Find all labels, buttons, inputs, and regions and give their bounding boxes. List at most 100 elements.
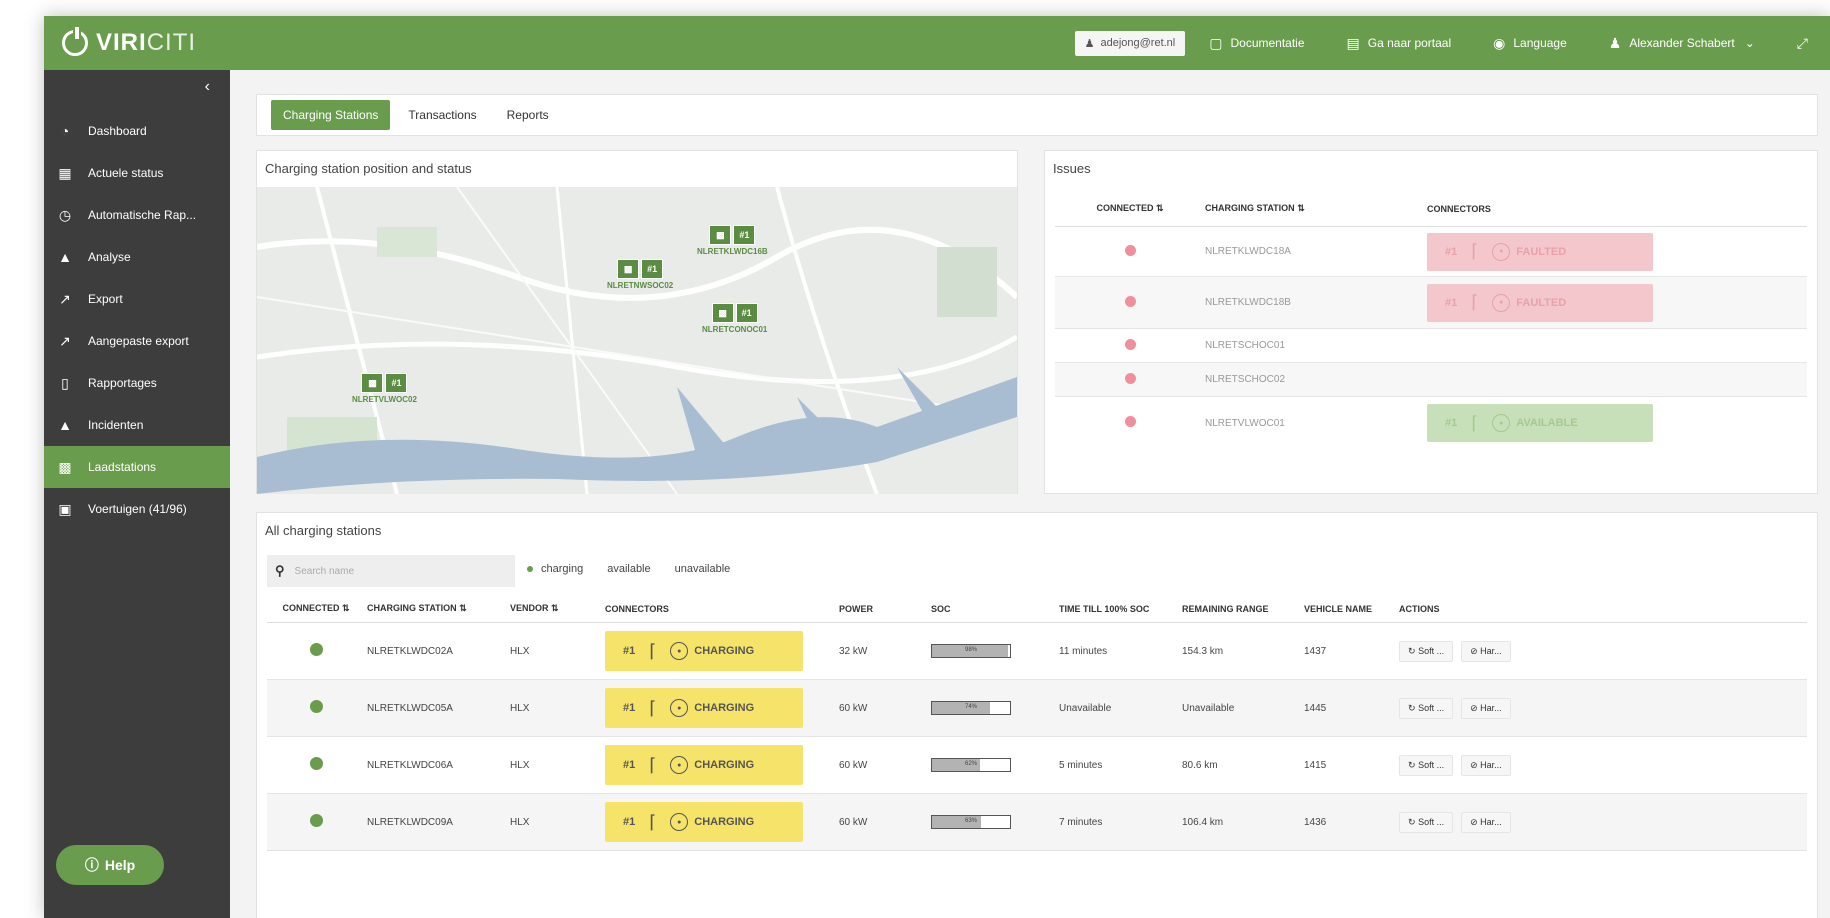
map-marker[interactable]: ▩ #1 NLRETNWSOC02 — [607, 259, 673, 290]
remaining-range: Unavailable — [1182, 702, 1235, 714]
marker-connector-number: #1 — [385, 373, 408, 393]
sidebar-item-aangepaste-export[interactable]: ↗ Aangepaste export — [44, 320, 230, 362]
soft-reset-button[interactable]: ↻ Soft ... — [1399, 811, 1454, 833]
map-marker[interactable]: ▩ #1 NLRETCONOC01 — [702, 303, 767, 334]
search-input[interactable]: ⚲ Search name — [267, 555, 515, 587]
soft-reset-button[interactable]: ↻ Soft ... — [1399, 697, 1454, 719]
portal-label: Ga naar portaal — [1367, 36, 1452, 50]
connector-status-badge[interactable]: #1 ⌈ ● FAULTED — [1427, 232, 1653, 271]
station-name: NLRETKLWDC09A — [367, 816, 453, 828]
table-row[interactable]: NLRETKLWDC05A HLX #1 ⌈ ● CHARGING 60 kW 74%… — [267, 680, 1807, 737]
header-charging-station[interactable]: CHARGING STATION ⇅ — [1205, 203, 1427, 214]
user-account-chip[interactable]: ♟ adejong@ret.nl — [1074, 30, 1186, 56]
connector-status-badge[interactable]: #1 ⌈ ● FAULTED — [1427, 283, 1653, 322]
connected-status-dot — [309, 643, 323, 656]
sort-icon: ⇅ — [1155, 203, 1164, 213]
vendor: HLX — [510, 759, 530, 771]
sidebar-item-incidenten[interactable]: ▲ Incidenten — [44, 404, 230, 446]
soc-label: 63% — [964, 818, 977, 824]
station-name: NLRETKLWDC02A — [367, 645, 453, 657]
tab-reports[interactable]: Reports — [495, 100, 561, 130]
table-row[interactable]: NLRETKLWDC18B #1 ⌈ ● FAULTED — [1055, 277, 1807, 329]
tab-charging-stations[interactable]: Charging Stations — [271, 100, 391, 130]
soft-reset-button[interactable]: ↻ Soft ... — [1399, 640, 1454, 662]
map-marker[interactable]: ▩ #1 NLRETKLWDC16B — [697, 225, 768, 256]
user-chip-label: adejong@ret.nl — [1100, 37, 1176, 49]
portal-link[interactable]: ▤ Ga naar portaal — [1347, 35, 1452, 52]
header-connectors: CONNECTORS — [1427, 203, 1491, 214]
filter-charging[interactable]: charging — [527, 563, 583, 575]
bus-icon: ▣ — [58, 500, 72, 517]
header-charging-station[interactable]: CHARGING STATION ⇅ — [365, 603, 510, 614]
table-row[interactable]: NLRETVLWOC01 #1 ⌈ ● AVAILABLE — [1055, 397, 1807, 449]
help-button[interactable]: ⓘ Help — [56, 845, 164, 885]
connector-type-icon: ● — [1492, 293, 1511, 312]
vendor: HLX — [510, 816, 530, 828]
sidebar: ‹ ◔ Dashboard ▦ Actuele status ◷ Automatisc… — [44, 70, 230, 918]
remaining-range: 154.3 km — [1182, 645, 1224, 657]
charging-station-icon: ▩ — [617, 259, 640, 279]
sidebar-item-automatische-rapportage[interactable]: ◷ Automatische Rap... — [44, 194, 230, 236]
table-row[interactable]: NLRETSCHOC02 — [1055, 363, 1807, 397]
connector-type-icon: ● — [1492, 414, 1511, 432]
language-menu[interactable]: ◉ Language — [1493, 35, 1567, 52]
remaining-range: 80.6 km — [1182, 759, 1218, 771]
viriciti-logo[interactable]: VIRI CITI — [44, 27, 230, 57]
sidebar-item-export[interactable]: ↗ Export — [44, 278, 230, 320]
sidebar-item-voertuigen[interactable]: ▣ Voertuigen (41/96) — [44, 488, 230, 530]
documentation-link[interactable]: ▢ Documentatie — [1209, 35, 1304, 52]
connector-type-icon: ● — [670, 699, 689, 717]
time-till-full: 11 minutes — [1059, 645, 1108, 657]
table-row[interactable]: NLRETKLWDC02A HLX #1 ⌈ ● CHARGING 32 kW 98%… — [267, 623, 1807, 680]
header-vendor[interactable]: VENDOR ⇅ — [510, 603, 605, 614]
hard-reset-button[interactable]: ⊘ Har... — [1461, 811, 1511, 833]
all-stations-header: CONNECTED ⇅ CHARGING STATION ⇅ VENDOR ⇅ … — [267, 595, 1807, 623]
hard-reset-button[interactable]: ⊘ Har... — [1461, 754, 1511, 776]
sidebar-item-analyse[interactable]: ▲ Analyse — [44, 236, 230, 278]
sidebar-item-laadstations[interactable]: ▩ Laadstations — [44, 446, 230, 488]
hard-reset-button[interactable]: ⊘ Har... — [1461, 640, 1511, 662]
collapse-sidebar-icon[interactable]: ‹ — [44, 70, 230, 110]
filter-unavailable[interactable]: unavailable — [675, 563, 731, 575]
connector-status-badge[interactable]: #1 ⌈ ● CHARGING — [605, 688, 803, 728]
header-connected[interactable]: CONNECTED ⇅ — [267, 603, 365, 614]
connector-status-badge[interactable]: #1 ⌈ ● CHARGING — [605, 745, 803, 785]
disconnected-status-dot — [1124, 295, 1136, 307]
sidebar-item-rapportages[interactable]: ▯ Rapportages — [44, 362, 230, 404]
sidebar-item-actuele-status[interactable]: ▦ Actuele status — [44, 152, 230, 194]
table-row[interactable]: NLRETKLWDC06A HLX #1 ⌈ ● CHARGING 60 kW 62%… — [267, 737, 1807, 794]
tab-transactions[interactable]: Transactions — [396, 100, 488, 130]
user-menu[interactable]: ♟ Alexander Schabert ⌄ — [1609, 35, 1755, 52]
table-row[interactable]: NLRETKLWDC09A HLX #1 ⌈ ● CHARGING 60 kW 63%… — [267, 794, 1807, 851]
power: 60 kW — [839, 702, 868, 714]
map-marker[interactable]: ▩ #1 NLRETVLWOC02 — [352, 373, 417, 404]
header-connected[interactable]: CONNECTED ⇅ — [1055, 203, 1205, 214]
soc-label: 62% — [964, 761, 977, 767]
table-row[interactable]: NLRETKLWDC18A #1 ⌈ ● FAULTED — [1055, 227, 1807, 277]
connector-status-badge[interactable]: #1 ⌈ ● CHARGING — [605, 631, 803, 671]
filter-available[interactable]: available — [607, 563, 650, 575]
sidebar-item-dashboard[interactable]: ◔ Dashboard — [44, 110, 230, 152]
hard-reset-button[interactable]: ⊘ Har... — [1461, 697, 1511, 719]
station-name: NLRETVLWOC01 — [1205, 417, 1285, 429]
station-map[interactable]: ▩ #1 NLRETKLWDC16B ▩ #1 NLRETNWSOC02 ▩ #1 N… — [257, 187, 1017, 494]
plug-icon: ⌈ — [649, 697, 657, 718]
plug-icon: ⌈ — [649, 640, 657, 661]
soft-reset-button[interactable]: ↻ Soft ... — [1399, 754, 1454, 776]
issues-card: Issues CONNECTED ⇅ CHARGING STATION ⇅ CO… — [1044, 150, 1818, 494]
sort-icon: ⇅ — [1297, 203, 1305, 213]
plug-icon: ⌈ — [649, 811, 657, 832]
plug-icon: ⌈ — [1471, 412, 1479, 433]
vehicle-name: 1445 — [1304, 702, 1327, 714]
connector-status-badge[interactable]: #1 ⌈ ● AVAILABLE — [1427, 404, 1653, 442]
all-stations-table: CONNECTED ⇅ CHARGING STATION ⇅ VENDOR ⇅ … — [267, 595, 1807, 851]
expand-icon[interactable]: ⤢ — [1797, 35, 1808, 52]
user-icon: ♟ — [1608, 34, 1622, 51]
table-row[interactable]: NLRETSCHOC01 — [1055, 329, 1807, 363]
app-window: VIRI CITI ♟ adejong@ret.nl ▢ Documentatie ▤… — [44, 16, 1830, 918]
header-connectors: CONNECTORS — [605, 603, 669, 614]
map-card-title: Charging station position and status — [265, 161, 472, 176]
power-icon: ⊘ — [1470, 759, 1478, 770]
connector-status-badge[interactable]: #1 ⌈ ● CHARGING — [605, 802, 803, 842]
sidebar-item-label: Automatische Rap... — [88, 208, 197, 222]
